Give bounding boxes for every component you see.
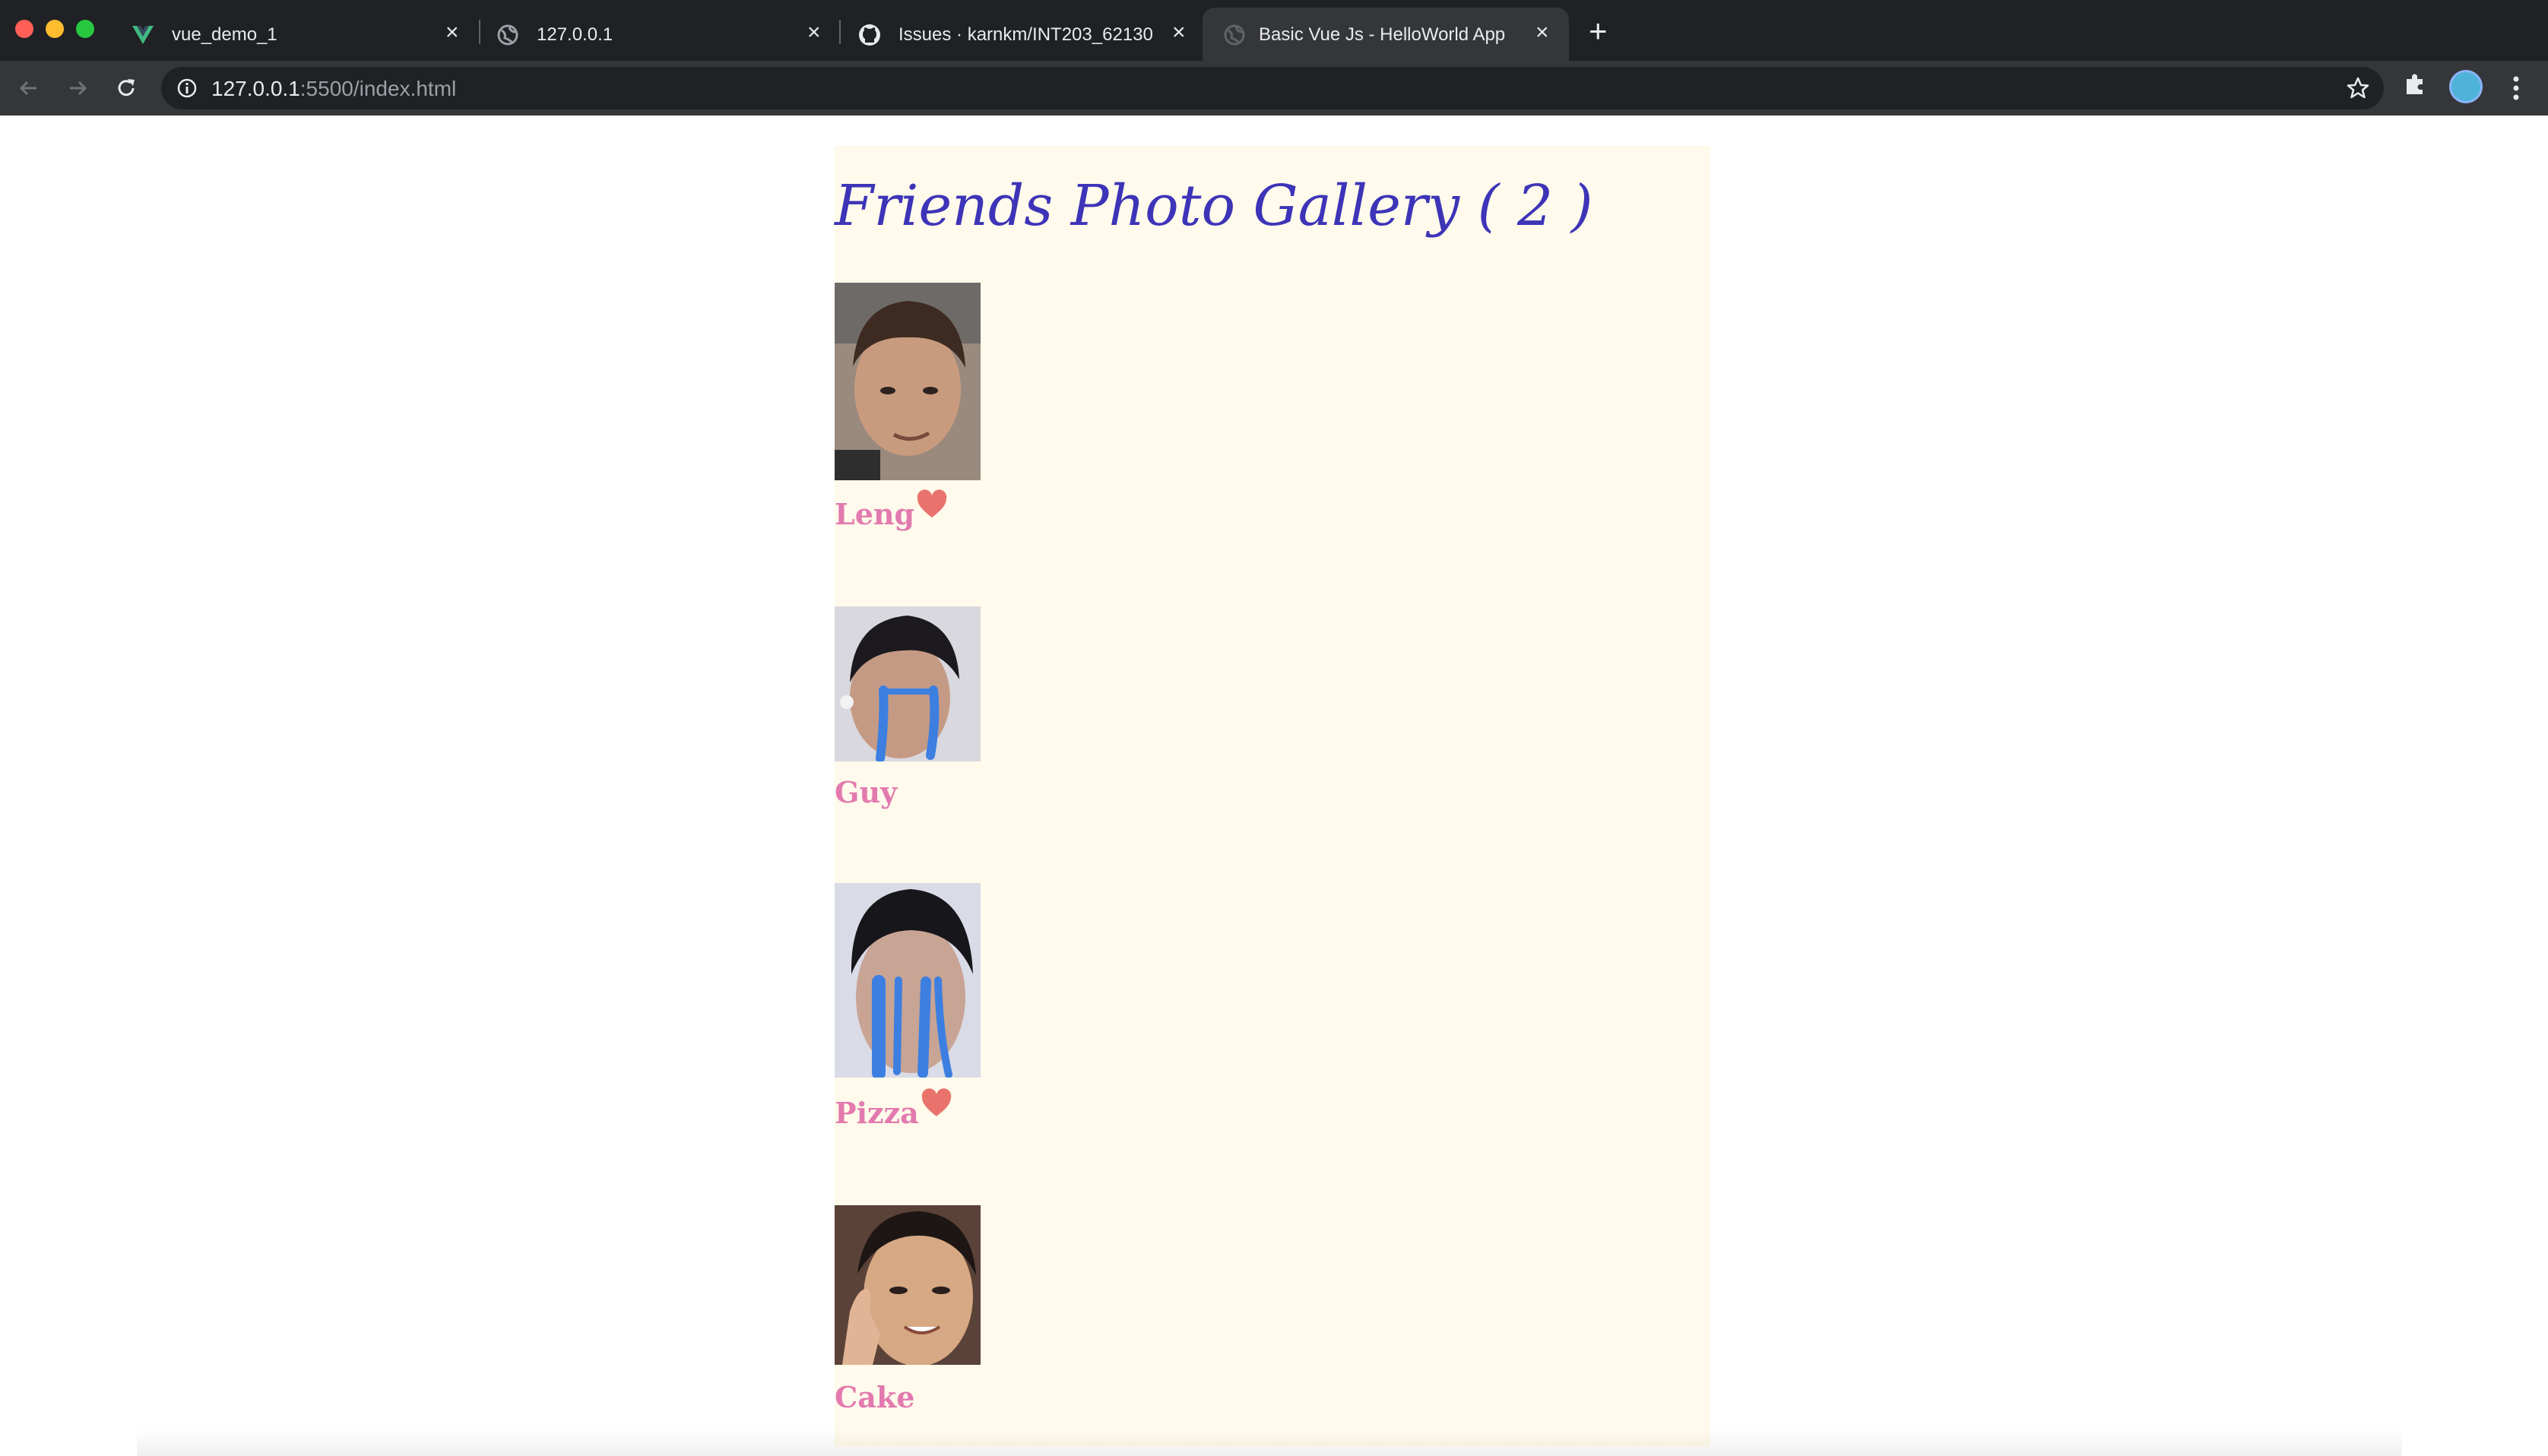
profile-avatar[interactable] bbox=[2449, 70, 2483, 103]
reload-icon bbox=[118, 79, 135, 97]
url-path: :5500/index.html bbox=[299, 77, 457, 100]
bookmark-star-icon[interactable] bbox=[2346, 76, 2370, 100]
friend-card: Pizza bbox=[835, 883, 981, 1130]
friend-name: Leng bbox=[835, 497, 915, 531]
back-button[interactable] bbox=[11, 70, 47, 106]
reload-button[interactable] bbox=[108, 70, 144, 106]
friend-card: Leng bbox=[835, 283, 981, 531]
friend-photo[interactable] bbox=[835, 883, 981, 1078]
new-tab-button[interactable]: + bbox=[1589, 15, 1608, 47]
tab-label: 127.0.0.1 bbox=[537, 24, 613, 45]
heart-icon[interactable] bbox=[916, 489, 948, 520]
friend-card: Guy bbox=[835, 606, 981, 809]
tab-label: vue_demo_1 bbox=[172, 24, 277, 45]
page-viewport: Friends Photo Gallery ( 2 ) Leng Guy Piz… bbox=[0, 116, 2548, 1456]
forward-button[interactable] bbox=[59, 70, 96, 106]
friend-name: Pizza bbox=[835, 1096, 919, 1130]
friend-name: Cake bbox=[835, 1380, 915, 1414]
info-icon[interactable] bbox=[176, 78, 198, 99]
tab-close-icon[interactable]: × bbox=[445, 21, 459, 44]
friend-name: Guy bbox=[835, 775, 898, 809]
heart-icon[interactable] bbox=[921, 1088, 952, 1119]
arrow-left-icon bbox=[19, 81, 36, 96]
tab-close-icon[interactable]: × bbox=[807, 21, 821, 44]
friend-name-row: Cake bbox=[835, 1380, 914, 1414]
friend-photo[interactable] bbox=[835, 1205, 981, 1365]
page-bottom-shadow bbox=[137, 1429, 2402, 1456]
tab-vue-demo[interactable]: vue_demo_1 × bbox=[131, 8, 473, 61]
browser-toolbar: 127.0.0.1:5500/index.html bbox=[0, 61, 2548, 116]
friend-photo[interactable] bbox=[835, 606, 981, 761]
friend-photo[interactable] bbox=[835, 283, 981, 480]
tab-strip: vue_demo_1 × 127.0.0.1 × Issues · karnkm… bbox=[0, 0, 2548, 61]
vue-logo-icon bbox=[132, 26, 154, 44]
friend-name-row: Pizza bbox=[835, 1088, 952, 1130]
url-host: 127.0.0.1 bbox=[211, 77, 300, 100]
tab-localhost[interactable]: 127.0.0.1 × bbox=[496, 8, 830, 61]
tab-github-issues[interactable]: Issues · karnkm/INT203_62130 × bbox=[857, 8, 1192, 61]
tab-close-icon[interactable]: × bbox=[1172, 21, 1186, 44]
gallery-title: Friends Photo Gallery ( 2 ) bbox=[835, 173, 1593, 239]
browser-chrome: vue_demo_1 × 127.0.0.1 × Issues · karnkm… bbox=[0, 0, 2548, 116]
maximize-window-button[interactable] bbox=[76, 20, 94, 38]
friend-name-row: Guy bbox=[835, 775, 897, 809]
tab-label: Issues · karnkm/INT203_62130 bbox=[898, 24, 1153, 45]
close-window-button[interactable] bbox=[15, 20, 33, 38]
more-menu-icon[interactable] bbox=[2508, 73, 2524, 103]
tab-basic-vue-app[interactable]: Basic Vue Js - HelloWorld App × bbox=[1203, 8, 1569, 61]
friend-card: Cake bbox=[835, 1205, 981, 1414]
tab-separator bbox=[839, 20, 841, 44]
arrow-right-icon bbox=[70, 81, 87, 96]
friend-name-row: Leng bbox=[835, 489, 948, 531]
tab-separator bbox=[479, 20, 480, 44]
gallery-app: Friends Photo Gallery ( 2 ) Leng Guy Piz… bbox=[835, 146, 1710, 1447]
globe-icon bbox=[497, 24, 518, 46]
globe-icon bbox=[1224, 24, 1245, 46]
url-text: 127.0.0.1:5500/index.html bbox=[211, 77, 456, 101]
tab-label: Basic Vue Js - HelloWorld App bbox=[1259, 24, 1506, 45]
address-bar[interactable]: 127.0.0.1:5500/index.html bbox=[161, 67, 2384, 109]
github-icon bbox=[859, 24, 880, 46]
extensions-puzzle-icon[interactable] bbox=[2402, 70, 2429, 97]
tab-close-icon[interactable]: × bbox=[1535, 21, 1549, 44]
minimize-window-button[interactable] bbox=[46, 20, 64, 38]
